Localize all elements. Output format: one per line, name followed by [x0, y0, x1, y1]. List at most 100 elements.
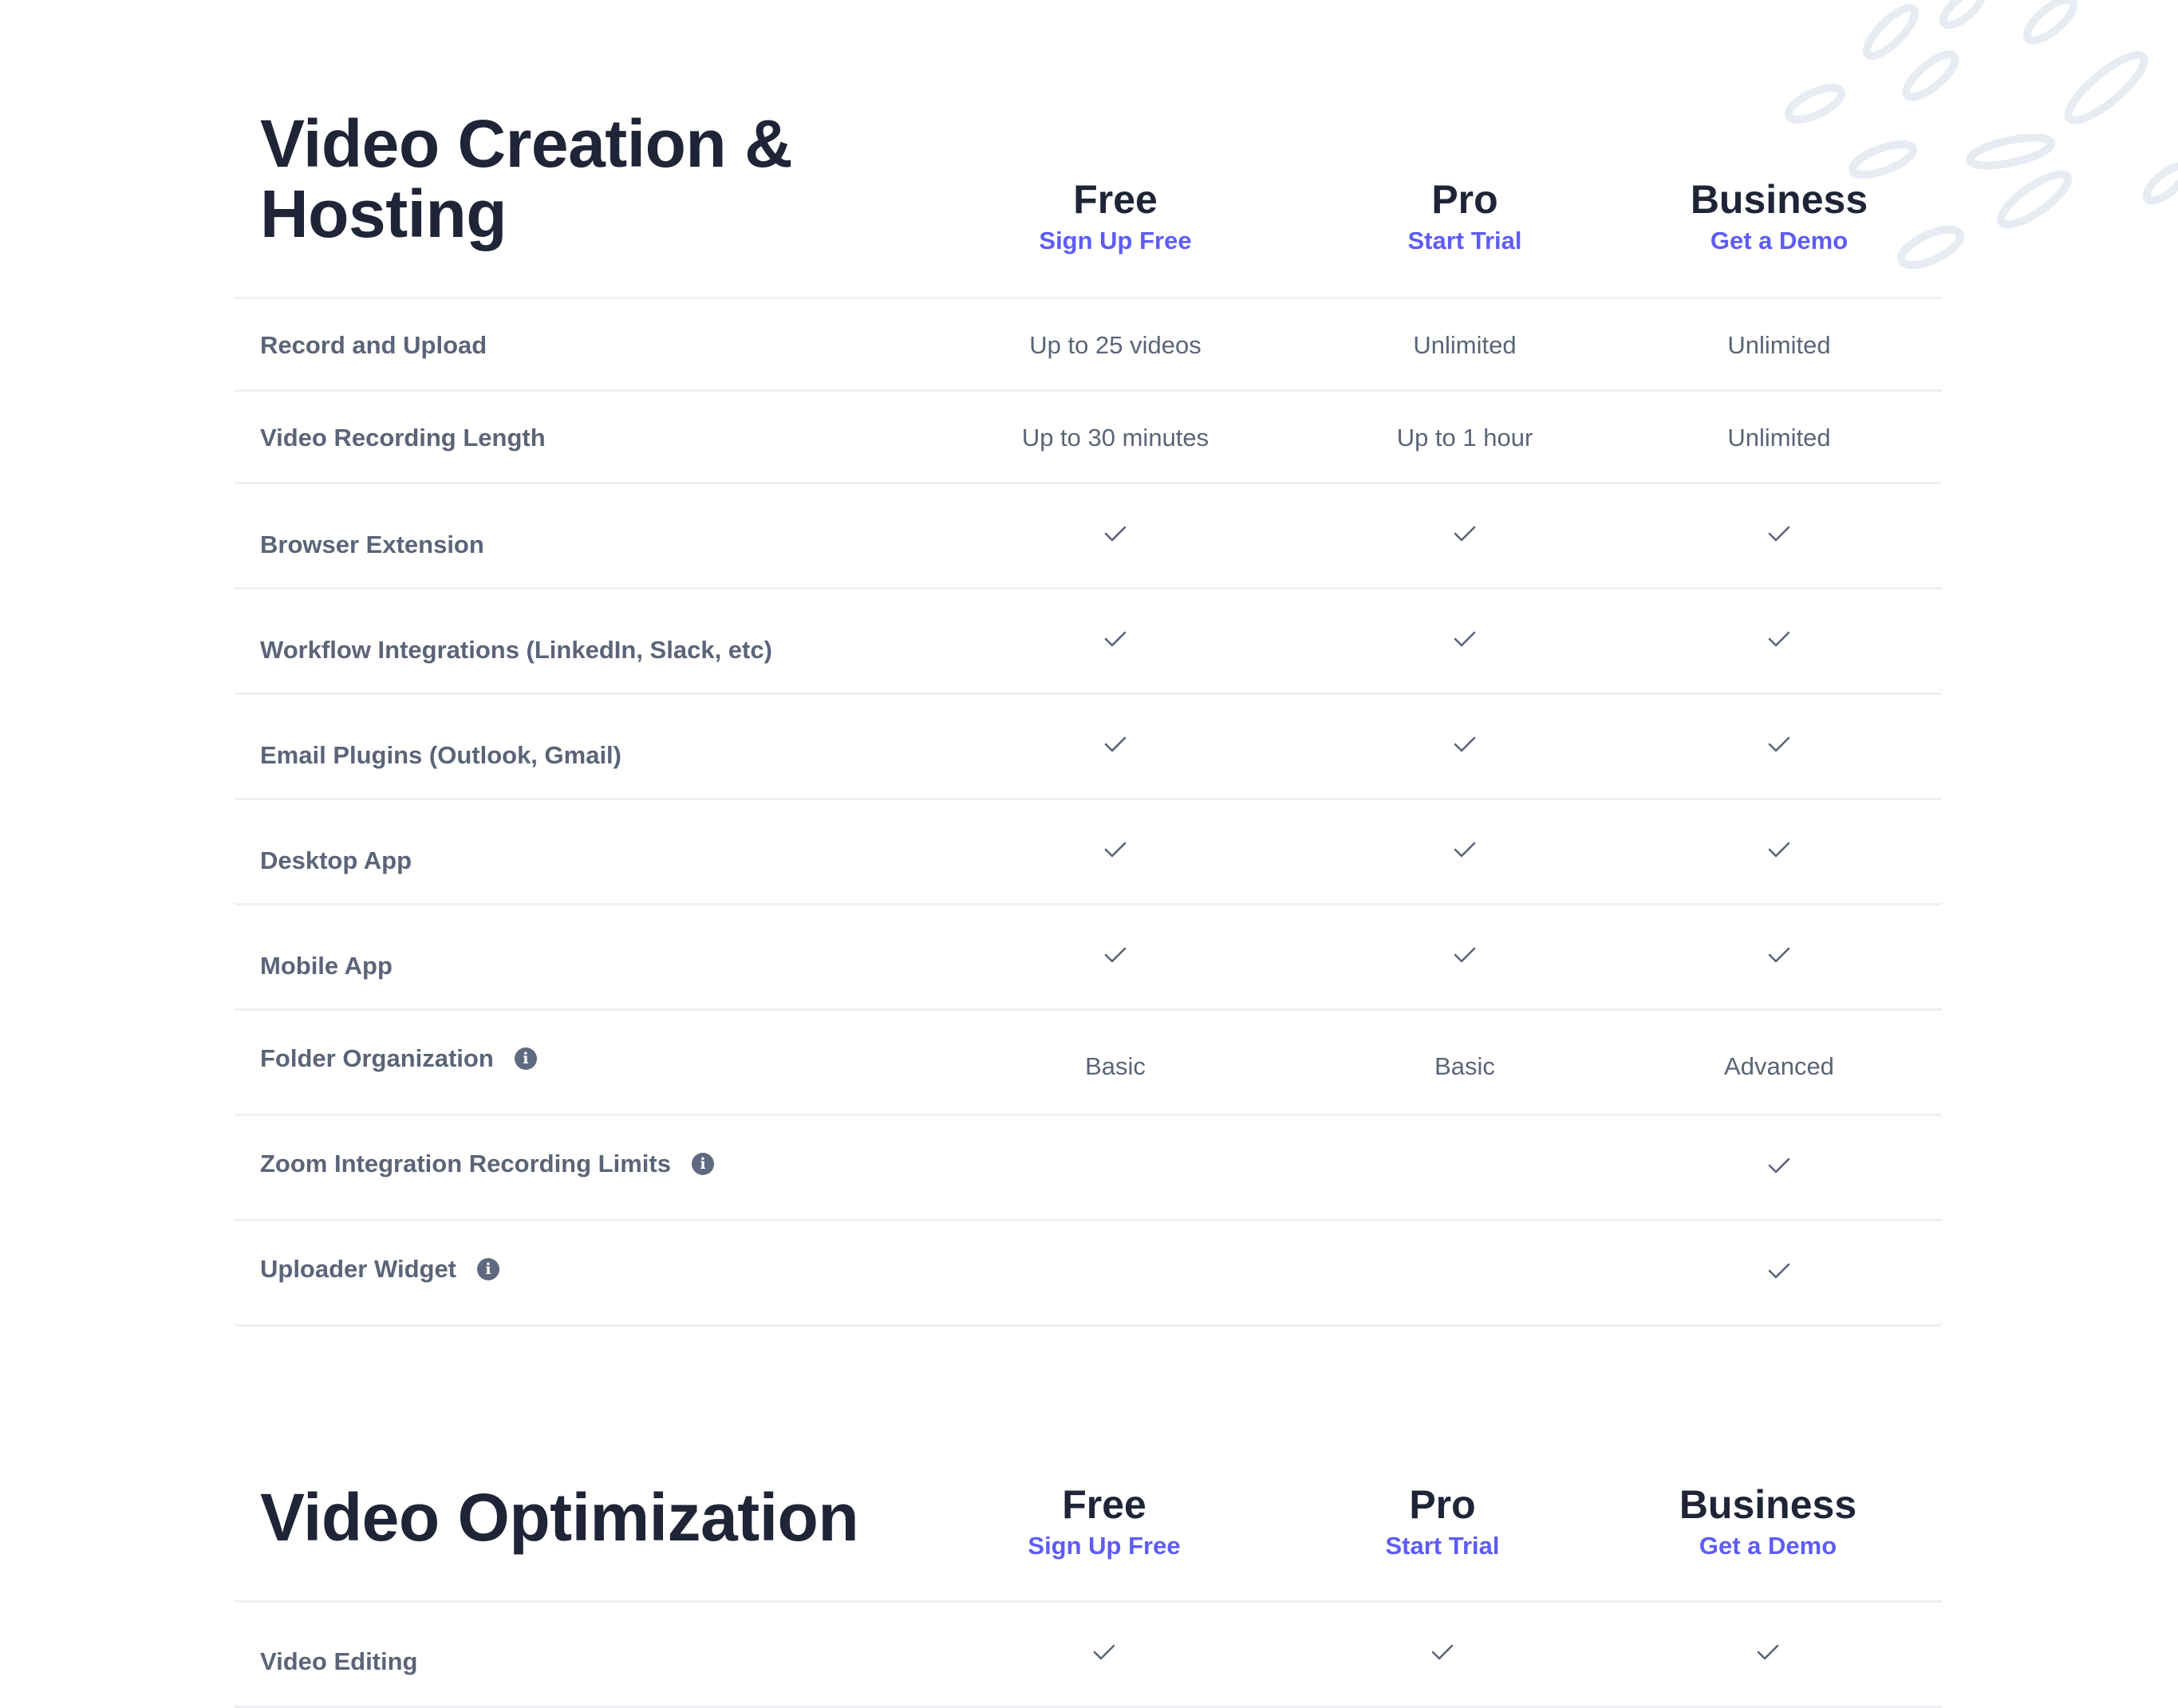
- feature-label-video-editing: Video Editing: [260, 1647, 418, 1676]
- check-icon: [1104, 631, 1126, 647]
- feature-table: Video Editing: [235, 1600, 1942, 1708]
- table-row: Video Recording Length Up to 30 minutes Up…: [235, 392, 1942, 484]
- cell-free: [948, 942, 1283, 971]
- check-icon: [1768, 947, 1790, 963]
- plan-name-pro: Pro: [1409, 1482, 1476, 1527]
- info-icon[interactable]: i: [477, 1258, 500, 1280]
- feature-name: Browser Extension: [260, 531, 484, 558]
- plan-header-free: Free Sign Up Free: [937, 1481, 1272, 1564]
- check-icon: [1768, 631, 1790, 647]
- check-icon: [1454, 526, 1476, 542]
- table-row: Browser Extension: [235, 484, 1942, 590]
- cell-free: Basic: [1085, 1052, 1146, 1080]
- cell-business: [1600, 1639, 1935, 1668]
- check-icon: [1768, 526, 1790, 542]
- feature-label-workflow-integrations-linkedin-slack-etc: Workflow Integrations (LinkedIn, Slack, …: [260, 636, 772, 665]
- sign-up-free-link[interactable]: Sign Up Free: [948, 223, 1283, 258]
- get-a-demo-link[interactable]: Get a Demo: [1612, 223, 1947, 258]
- cell-business: [1612, 1258, 1947, 1287]
- feature-label-folder-organization: Folder Organization i: [260, 1044, 537, 1073]
- plan-header-free: Free Sign Up Free: [948, 176, 1283, 258]
- feature-table: Record and Upload Up to 25 videos Unlimite…: [235, 297, 1942, 1327]
- feature-label-record-and-upload: Record and Upload: [260, 331, 487, 360]
- feature-name: Video Recording Length: [260, 424, 546, 452]
- info-icon[interactable]: i: [514, 1047, 537, 1070]
- check-icon: [1104, 736, 1126, 752]
- table-row: Email Plugins (Outlook, Gmail): [235, 695, 1942, 800]
- start-trial-link[interactable]: Start Trial: [1275, 1529, 1610, 1564]
- cell-business: [1612, 942, 1947, 971]
- feature-name: Email Plugins (Outlook, Gmail): [260, 741, 621, 769]
- feature-name: Mobile App: [260, 952, 393, 980]
- check-icon: [1454, 736, 1476, 752]
- cell-pro: [1297, 521, 1632, 550]
- plan-name-pro: Pro: [1431, 177, 1498, 222]
- feature-name: Workflow Integrations (LinkedIn, Slack, …: [260, 636, 772, 664]
- plan-header-business: Business Get a Demo: [1612, 176, 1947, 258]
- feature-label-video-recording-length: Video Recording Length: [260, 424, 546, 452]
- section-video-optimization: Video Optimization Free Sign Up Free Pro…: [235, 1436, 1942, 1708]
- plan-header-pro: Pro Start Trial: [1297, 176, 1632, 258]
- table-row: Zoom Integration Recording Limits i: [235, 1116, 1942, 1221]
- cell-business: [1612, 626, 1947, 655]
- start-trial-link[interactable]: Start Trial: [1297, 223, 1632, 258]
- cell-free: [948, 732, 1283, 760]
- plan-header-pro: Pro Start Trial: [1275, 1481, 1610, 1564]
- cell-free: Up to 25 videos: [1029, 331, 1201, 359]
- cell-pro: Unlimited: [1413, 331, 1517, 359]
- section-title: Video Creation & Hosting: [260, 106, 793, 251]
- sign-up-free-link[interactable]: Sign Up Free: [937, 1529, 1272, 1564]
- feature-name: Record and Upload: [260, 331, 487, 359]
- check-icon: [1757, 1644, 1779, 1660]
- table-row: Record and Upload Up to 25 videos Unlimite…: [235, 299, 1942, 392]
- info-icon[interactable]: i: [691, 1153, 714, 1175]
- cell-pro: [1297, 732, 1632, 760]
- cell-business: Advanced: [1724, 1052, 1834, 1080]
- check-icon: [1454, 842, 1476, 858]
- check-icon: [1104, 526, 1126, 542]
- check-icon: [1431, 1644, 1454, 1660]
- get-a-demo-link[interactable]: Get a Demo: [1600, 1529, 1935, 1564]
- section-header: Video Creation & Hosting Free Sign Up Fr…: [235, 0, 1942, 297]
- feature-label-mobile-app: Mobile App: [260, 952, 393, 980]
- cell-free: [937, 1639, 1272, 1668]
- feature-name: Video Editing: [260, 1647, 418, 1675]
- check-icon: [1104, 842, 1126, 858]
- check-icon: [1454, 947, 1476, 963]
- feature-label-browser-extension: Browser Extension: [260, 531, 484, 559]
- check-icon: [1768, 1158, 1790, 1174]
- feature-label-desktop-app: Desktop App: [260, 846, 412, 875]
- check-icon: [1104, 947, 1126, 963]
- cell-business: [1612, 837, 1947, 866]
- feature-label-email-plugins-outlook-gmail: Email Plugins (Outlook, Gmail): [260, 741, 621, 770]
- table-row: Folder Organization i Basic Basic Advanced: [235, 1011, 1942, 1116]
- cell-business: [1612, 1153, 1947, 1181]
- plan-header-business: Business Get a Demo: [1600, 1481, 1935, 1564]
- cell-free: Up to 30 minutes: [1021, 424, 1209, 452]
- cell-free: [948, 837, 1283, 866]
- cell-pro: [1297, 837, 1632, 866]
- feature-label-uploader-widget: Uploader Widget i: [260, 1255, 500, 1284]
- check-icon: [1093, 1644, 1115, 1660]
- cell-business: [1612, 732, 1947, 760]
- check-icon: [1768, 1263, 1790, 1279]
- check-icon: [1768, 842, 1790, 858]
- cell-pro: [1297, 942, 1632, 971]
- feature-name: Uploader Widget: [260, 1255, 457, 1283]
- cell-business: Unlimited: [1727, 331, 1831, 359]
- cell-business: [1612, 521, 1947, 550]
- plan-name-free: Free: [1062, 1482, 1146, 1527]
- section-video-creation-hosting: Video Creation & Hosting Free Sign Up Fr…: [235, 0, 1942, 1328]
- cell-pro: [1275, 1639, 1610, 1668]
- check-icon: [1768, 736, 1790, 752]
- cell-free: [948, 521, 1283, 550]
- cell-pro: [1297, 626, 1632, 655]
- table-row: Mobile App: [235, 905, 1942, 1011]
- table-row: Desktop App: [235, 800, 1942, 905]
- cell-business: Unlimited: [1727, 424, 1831, 452]
- cell-pro: Up to 1 hour: [1396, 424, 1533, 452]
- table-row: Video Editing: [235, 1603, 1942, 1708]
- plan-name-business: Business: [1679, 1482, 1857, 1527]
- feature-name: Desktop App: [260, 846, 412, 874]
- section-header: Video Optimization Free Sign Up Free Pro…: [235, 1436, 1942, 1600]
